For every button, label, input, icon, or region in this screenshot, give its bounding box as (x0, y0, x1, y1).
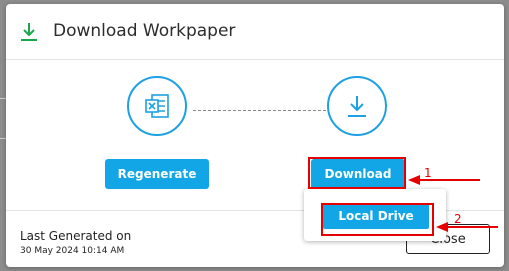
step-1-arrow (408, 175, 480, 185)
step-2-arrow (436, 222, 498, 232)
annotation-arrows (408, 175, 498, 232)
